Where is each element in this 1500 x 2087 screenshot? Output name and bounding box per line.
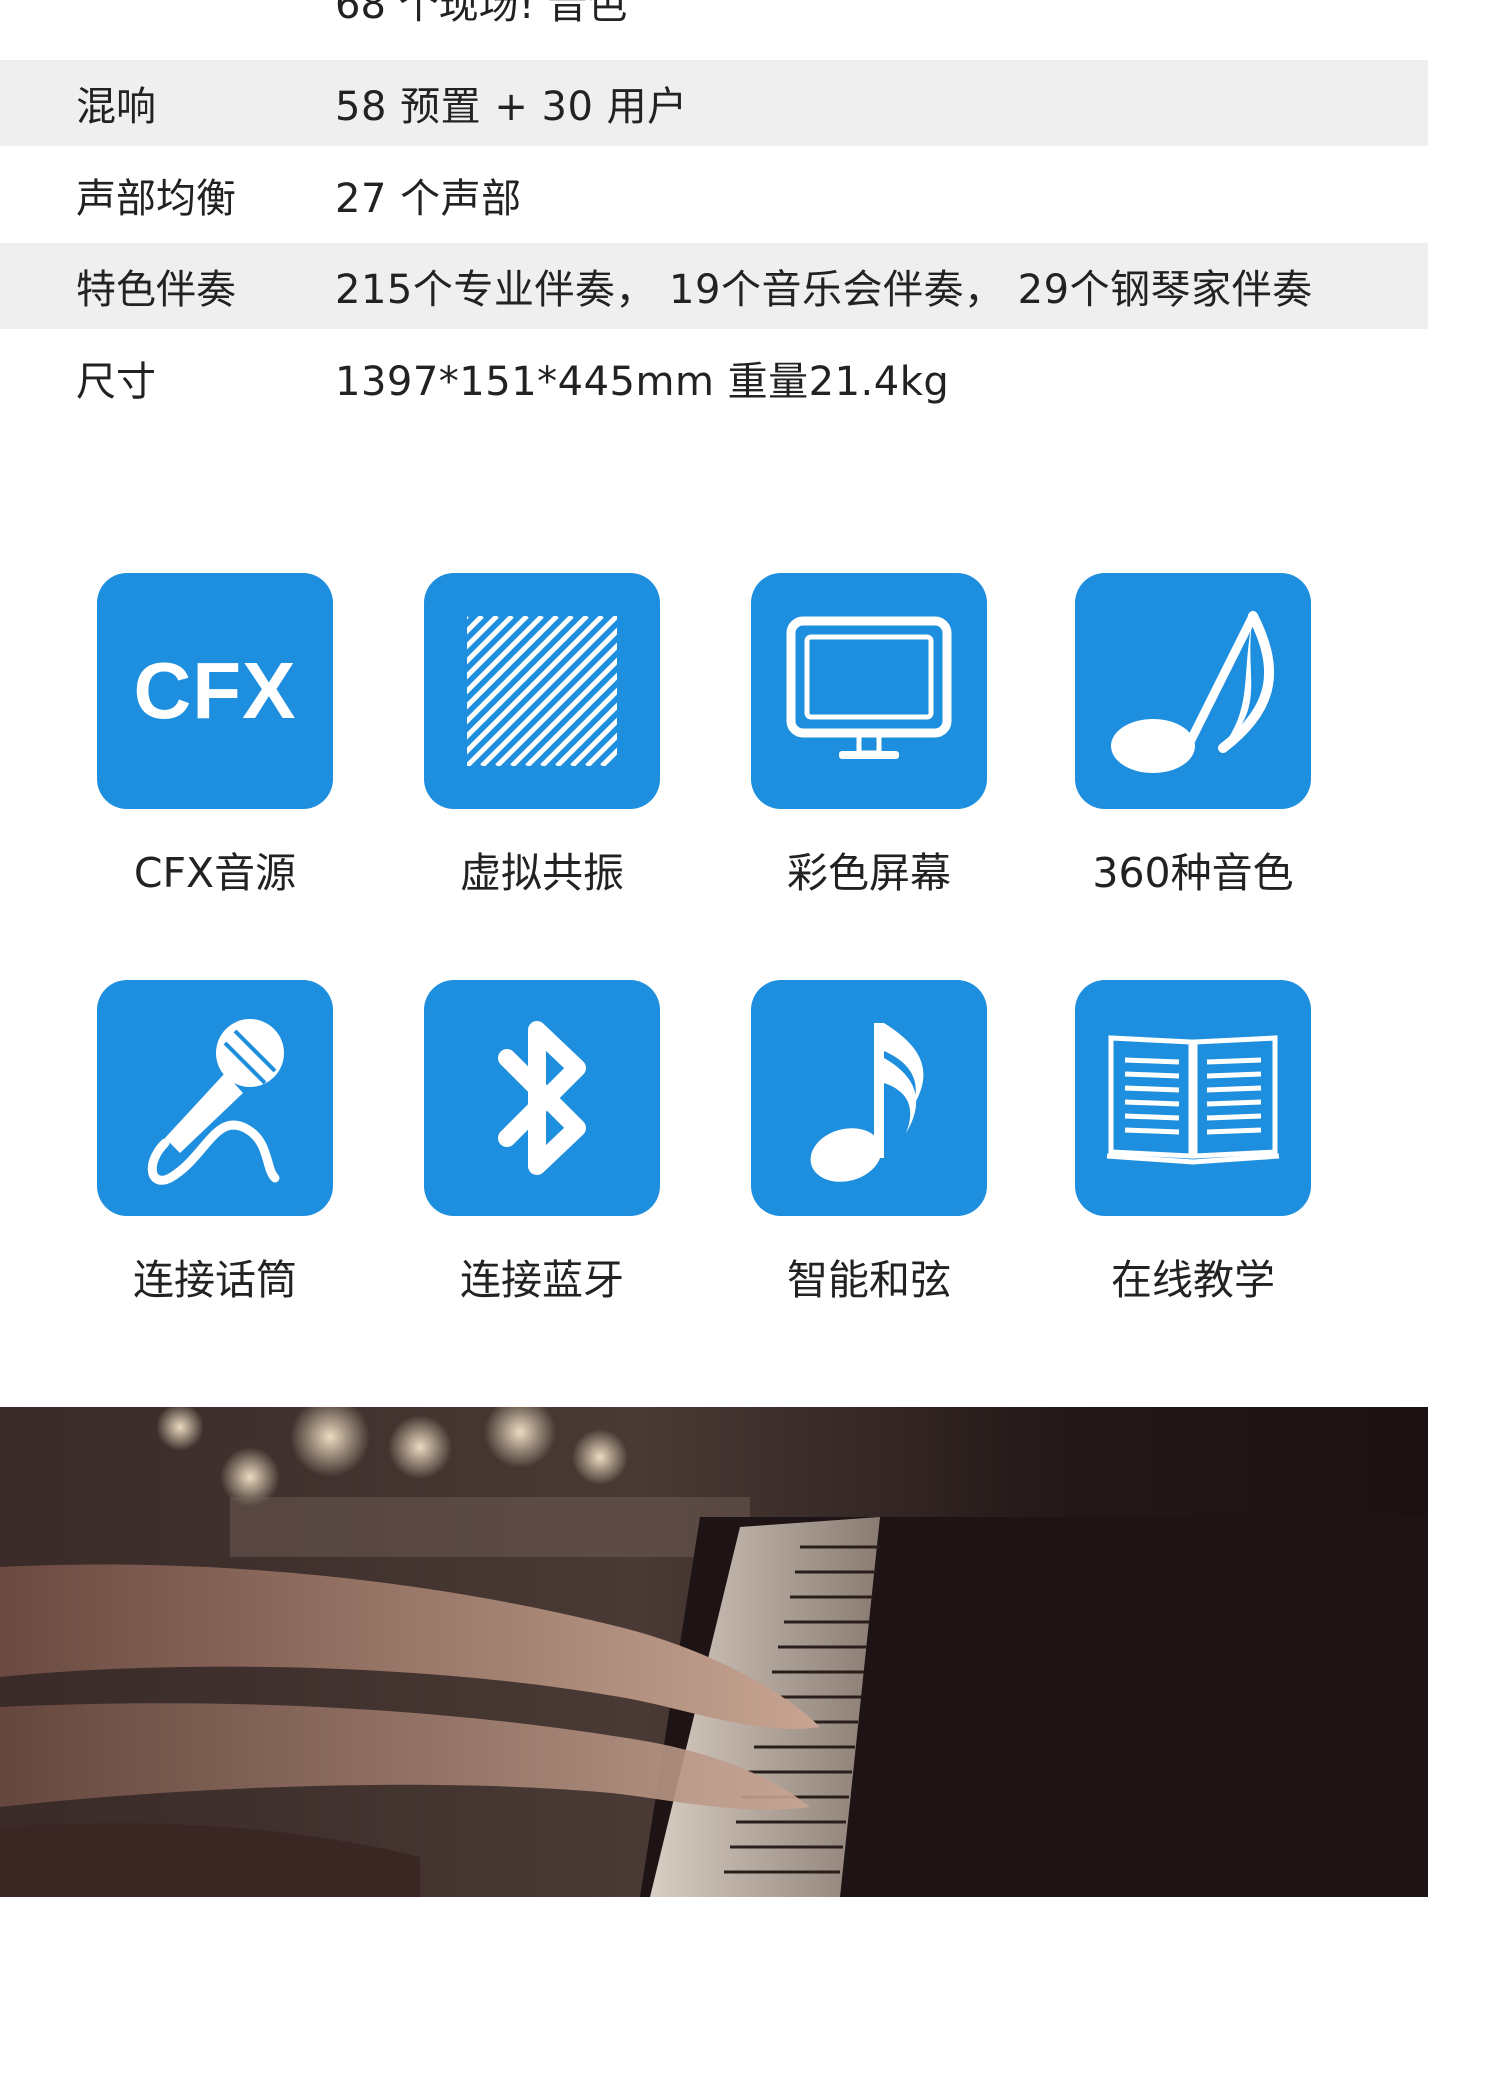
spec-value: 27 个声部 [335, 176, 522, 222]
spec-label: 声部均衡 [76, 176, 236, 222]
microphone-icon [97, 980, 333, 1216]
spec-row-part-eq: 声部均衡 27 个声部 [0, 152, 1428, 238]
spec-value: 58 预置 + 30 用户 [335, 84, 688, 130]
feature-360-voices: 360种音色 [1075, 573, 1311, 899]
eighth-note-icon [1075, 573, 1311, 809]
feature-label: 连接话筒 [133, 1256, 297, 1304]
monitor-icon [751, 573, 987, 809]
feature-label: CFX音源 [133, 849, 297, 897]
feature-bluetooth: 连接蓝牙 [424, 980, 660, 1306]
feature-microphone: 连接话筒 [97, 980, 333, 1306]
feature-online-teaching: 在线教学 [1075, 980, 1311, 1306]
feature-smart-chord: 智能和弦 [751, 980, 987, 1306]
spec-label: 尺寸 [76, 359, 156, 405]
open-book-icon [1075, 980, 1311, 1216]
spec-label: 特色伴奏 [76, 267, 236, 313]
bluetooth-icon [424, 980, 660, 1216]
spec-label: 混响 [76, 84, 156, 130]
spec-row-reverb: 混响 58 预置 + 30 用户 [0, 60, 1428, 146]
cfx-text-icon: CFX [97, 573, 333, 809]
spec-row-partial: 68 个现场! 音色 [335, 0, 628, 28]
feature-label: 连接蓝牙 [460, 1256, 624, 1304]
spec-value: 1397*151*445mm 重量21.4kg [335, 359, 950, 405]
diagonal-stripes-icon [424, 573, 660, 809]
feature-cfx: CFX CFX音源 [97, 573, 333, 899]
feature-color-screen: 彩色屏幕 [751, 573, 987, 899]
feature-label: 360种音色 [1092, 849, 1294, 897]
spec-row-accompaniment: 特色伴奏 215个专业伴奏， 19个音乐会伴奏， 29个钢琴家伴奏 [0, 243, 1428, 329]
music-note-icon [751, 980, 987, 1216]
feature-label: 虚拟共振 [460, 849, 624, 897]
spec-row-dimensions: 尺寸 1397*151*445mm 重量21.4kg [0, 335, 1428, 421]
feature-virtual-resonance: 虚拟共振 [424, 573, 660, 899]
hands-playing-piano-photo [0, 1407, 1428, 1897]
feature-label: 在线教学 [1111, 1256, 1275, 1304]
feature-label: 智能和弦 [787, 1256, 951, 1304]
spec-value: 215个专业伴奏， 19个音乐会伴奏， 29个钢琴家伴奏 [335, 267, 1313, 313]
feature-label: 彩色屏幕 [787, 849, 951, 897]
